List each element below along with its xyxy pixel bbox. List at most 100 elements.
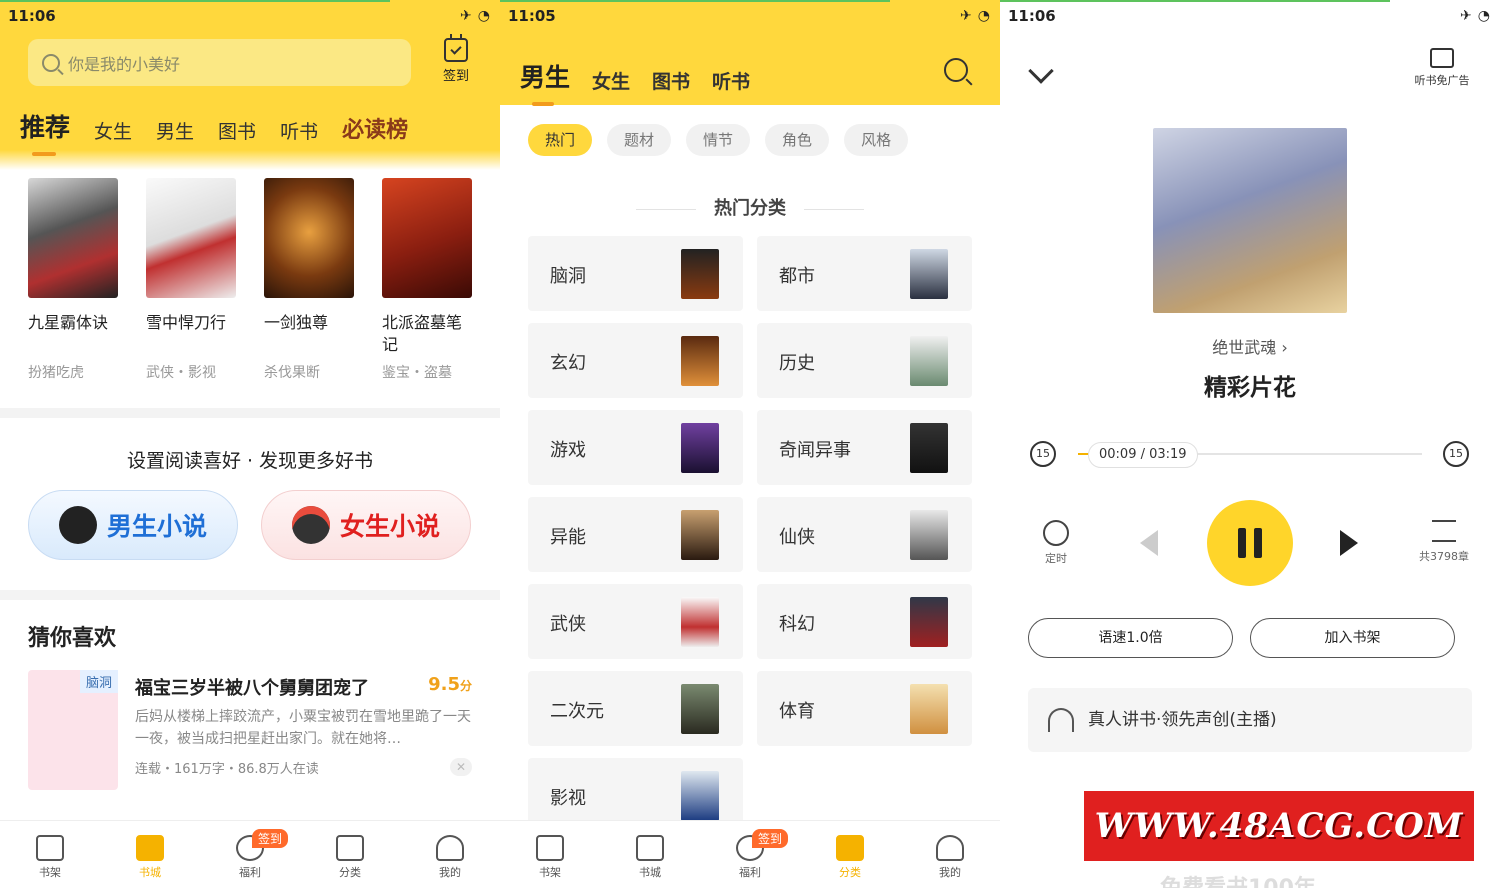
female-novel-button[interactable]: 女生小说 — [261, 490, 471, 560]
category-thumb — [910, 249, 948, 299]
tab-audio[interactable]: 听书 — [280, 117, 318, 144]
category-cell[interactable]: 仙侠 — [757, 497, 972, 572]
tab-female[interactable]: 女生 — [592, 67, 630, 94]
category-cell[interactable]: 武侠 — [528, 584, 743, 659]
score-value: 9.5 — [428, 674, 460, 695]
category-cell[interactable]: 玄幻 — [528, 323, 743, 398]
rewind-15-icon[interactable]: 15 — [1030, 441, 1056, 467]
grid-icon — [836, 835, 864, 861]
forward-15-icon[interactable]: 15 — [1443, 441, 1469, 467]
chip-plot[interactable]: 情节 — [686, 124, 751, 156]
recommend-item[interactable]: 脑洞 福宝三岁半被八个舅舅团宠了 9.5分 后妈从楼梯上摔跤流产，小粟宝被罚在雪… — [28, 670, 472, 796]
pause-button[interactable] — [1207, 500, 1293, 586]
tab-female[interactable]: 女生 — [94, 117, 132, 144]
category-thumb — [681, 423, 719, 473]
chapter-count: 共3798章 — [1419, 550, 1469, 563]
book-card[interactable]: 北派盗墓笔记 鉴宝・盗墓 — [382, 178, 472, 382]
book-card[interactable]: 九星霸体诀 扮猪吃虎 — [28, 178, 118, 382]
nav-welfare[interactable]: 福利 签到 — [200, 821, 300, 888]
category-cell[interactable]: 脑洞 — [528, 236, 743, 311]
tab-male[interactable]: 男生 — [156, 117, 194, 144]
category-label: 二次元 — [550, 701, 604, 722]
status-time: 11:06 — [8, 7, 56, 25]
nav-bookshelf[interactable]: 书架 — [500, 821, 600, 888]
status-icons: ✈ ◔ — [960, 8, 990, 24]
bookstore-screen: 11:06 ✈ ◔ 你是我的小美好 签到 推荐 女生 男生 图书 听书 必读榜 九… — [0, 0, 500, 888]
category-label: 科幻 — [779, 614, 815, 635]
nav-label: 分类 — [339, 866, 361, 879]
chip-theme[interactable]: 题材 — [607, 124, 672, 156]
status-bar: 11:06 ✈ ◔ — [0, 0, 500, 32]
nav-welfare[interactable]: 福利 签到 — [700, 821, 800, 888]
chapter-title: 精彩片花 — [1204, 375, 1296, 401]
dismiss-button[interactable]: ✕ — [450, 758, 472, 776]
audio-player-screen: 11:06 ✈ ◔ 听书免广告 绝世武魂 › 精彩片花 15 00:09 / 03… — [1000, 0, 1500, 888]
category-thumb — [681, 684, 719, 734]
nav-label: 我的 — [439, 866, 461, 879]
category-cell[interactable]: 科幻 — [757, 584, 972, 659]
next-icon[interactable] — [1340, 530, 1358, 556]
nav-bookshelf[interactable]: 书架 — [0, 821, 100, 888]
tab-must-read[interactable]: 必读榜 — [342, 112, 408, 144]
chip-role[interactable]: 角色 — [765, 124, 830, 156]
tab-books[interactable]: 图书 — [218, 117, 256, 144]
watermark-banner: WWW.48ACG.COM — [1084, 791, 1474, 861]
nav-me[interactable]: 我的 — [900, 821, 1000, 888]
tab-male[interactable]: 男生 — [520, 58, 570, 106]
category-cell[interactable]: 游戏 — [528, 410, 743, 485]
nav-bookstore[interactable]: 书城 — [600, 821, 700, 888]
category-thumb — [910, 684, 948, 734]
timer-label: 定时 — [1045, 552, 1067, 565]
top-tabs: 推荐 女生 男生 图书 听书 必读榜 — [20, 108, 408, 156]
chevron-down-icon[interactable] — [1028, 58, 1054, 84]
previous-icon[interactable] — [1140, 530, 1158, 556]
chip-style[interactable]: 风格 — [844, 124, 909, 156]
tab-audio[interactable]: 听书 — [712, 67, 750, 94]
category-cell[interactable]: 奇闻异事 — [757, 410, 972, 485]
chapter-list-button[interactable]: 共3798章 — [1410, 520, 1478, 564]
book-card[interactable]: 一剑独尊 杀伐果断 — [264, 178, 354, 382]
category-cell[interactable]: 异能 — [528, 497, 743, 572]
category-cell[interactable]: 体育 — [757, 671, 972, 746]
bottom-nav: 书架 书城 福利 签到 分类 我的 — [500, 820, 1000, 888]
nav-bookstore[interactable]: 书城 — [100, 821, 200, 888]
category-thumb — [681, 771, 719, 821]
category-label: 玄幻 — [550, 353, 586, 374]
top-tabs: 男生 女生 图书 听书 — [520, 58, 750, 106]
nav-category[interactable]: 分类 — [800, 821, 900, 888]
add-to-shelf-button[interactable]: 加入书架 — [1250, 618, 1455, 658]
status-bar: 11:06 ✈ ◔ — [1000, 0, 1500, 32]
search-icon[interactable] — [944, 58, 968, 82]
book-tags: 杀伐果断 — [264, 365, 320, 381]
category-thumb — [681, 336, 719, 386]
checkin-button[interactable]: 签到 — [436, 34, 476, 84]
chip-hot[interactable]: 热门 — [528, 124, 593, 156]
book-card[interactable]: 雪中悍刀行 武侠・影视 — [146, 178, 236, 382]
cat-mascot-icon — [291, 506, 330, 544]
category-thumb — [681, 249, 719, 299]
airplane-icon: ✈ — [460, 8, 472, 24]
timer-button[interactable]: 定时 — [1036, 520, 1076, 566]
category-cell[interactable]: 历史 — [757, 323, 972, 398]
tab-books[interactable]: 图书 — [652, 67, 690, 94]
category-cell[interactable]: 都市 — [757, 236, 972, 311]
nav-me[interactable]: 我的 — [400, 821, 500, 888]
book-name-link[interactable]: 绝世武魂 › — [1000, 334, 1500, 358]
divider — [0, 408, 500, 418]
bookshelf-icon — [536, 835, 564, 861]
category-grid: 脑洞 都市 玄幻 历史 游戏 奇闻异事 异能 仙侠 武侠 科幻 二次元 体育 影… — [528, 236, 972, 833]
book-title: 一剑独尊 — [264, 313, 329, 332]
no-ad-button[interactable]: 听书免广告 — [1408, 48, 1476, 88]
narrator-row[interactable]: 真人讲书·领先声创(主播) — [1028, 688, 1472, 752]
search-input[interactable]: 你是我的小美好 — [28, 39, 411, 86]
bookshelf-icon — [36, 835, 64, 861]
search-placeholder: 你是我的小美好 — [68, 54, 181, 74]
male-novel-button[interactable]: 男生小说 — [28, 490, 238, 560]
bottom-nav: 书架 书城 福利 签到 分类 我的 — [0, 820, 500, 888]
tab-recommend[interactable]: 推荐 — [20, 108, 70, 156]
category-label: 武侠 — [550, 614, 586, 635]
speed-button[interactable]: 语速1.0倍 — [1028, 618, 1233, 658]
nav-category[interactable]: 分类 — [300, 821, 400, 888]
user-icon — [936, 835, 964, 861]
category-cell[interactable]: 二次元 — [528, 671, 743, 746]
